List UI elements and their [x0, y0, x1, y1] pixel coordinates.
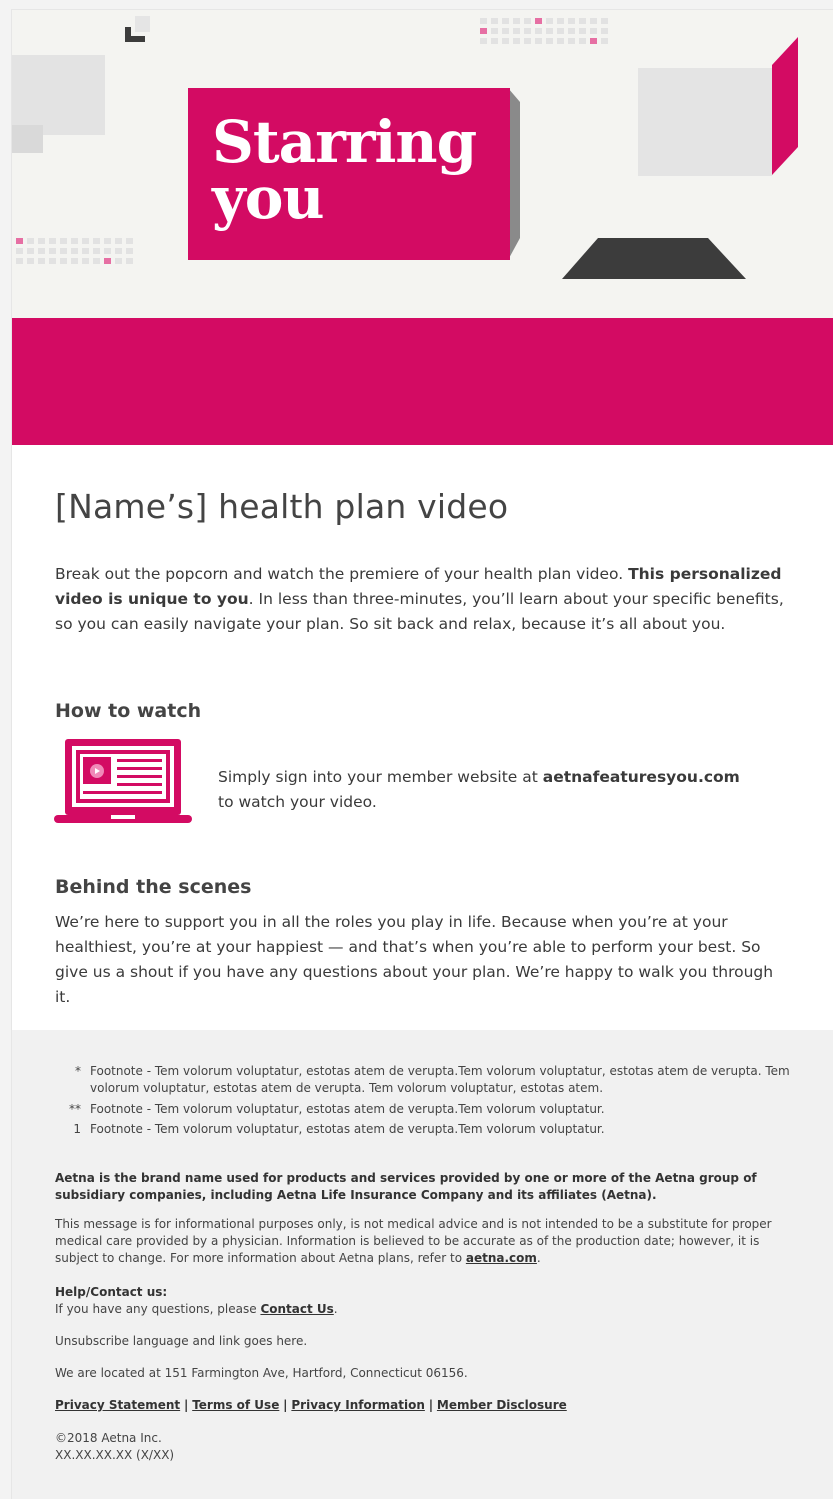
disclaimer: This message is for informational purpos… — [55, 1216, 795, 1267]
privacy-information-link[interactable]: Privacy Information — [291, 1398, 425, 1412]
footnote-mark: * — [75, 1064, 81, 1078]
link-separator: | — [428, 1398, 434, 1412]
unsubscribe-text: Unsubscribe language and link goes here. — [55, 1334, 308, 1348]
brand-statement: Aetna is the brand name used for product… — [55, 1170, 795, 1204]
terms-of-use-link[interactable]: Terms of Use — [192, 1398, 279, 1412]
footnote-text: Footnote - Tem volorum voluptatur, estot… — [90, 1102, 605, 1116]
footnote-mark: 1 — [73, 1122, 81, 1136]
help-text-2: . — [333, 1302, 338, 1316]
aetna-link[interactable]: aetna.com — [466, 1251, 537, 1265]
title-card-side-shape — [508, 88, 520, 260]
footer: * Footnote - Tem volorum voluptatur, est… — [12, 1030, 833, 1499]
pink-banner-band — [12, 318, 833, 445]
email-frame: Starring you [Name’s] health plan video … — [12, 10, 833, 1499]
help-heading: Help/Contact us: — [55, 1284, 795, 1301]
disclaimer-text-2: . — [536, 1251, 541, 1265]
dot-grid-top — [480, 18, 608, 44]
pink-parallelogram-shape — [772, 37, 798, 175]
website-link[interactable]: aetnafeaturesyou.com — [543, 768, 740, 786]
job-code-text: XX.XX.XX.XX (X/XX) — [55, 1448, 175, 1462]
how-text-2: to watch your video. — [218, 793, 377, 811]
how-to-watch-heading: How to watch — [55, 700, 202, 722]
gray-square-shape — [12, 55, 105, 135]
laptop-video-icon — [54, 739, 192, 823]
gray-square-shape-small — [12, 125, 43, 153]
behind-the-scenes-heading: Behind the scenes — [55, 876, 252, 898]
help-text: If you have any questions, please Contac… — [55, 1301, 795, 1318]
corner-bracket-shape-base — [125, 36, 145, 42]
help-heading-text: Help/Contact us: — [55, 1285, 168, 1299]
main-content: [Name’s] health plan video Break out the… — [12, 445, 833, 1030]
footnote-item: 1 Footnote - Tem volorum voluptatur, est… — [55, 1121, 795, 1138]
help-text-1: If you have any questions, please — [55, 1302, 261, 1316]
link-separator: | — [183, 1398, 189, 1412]
contact-us-link[interactable]: Contact Us — [260, 1302, 333, 1316]
footer-links: Privacy Statement | Terms of Use | Priva… — [55, 1397, 795, 1414]
dot-grid-left — [16, 238, 133, 264]
footnote-text: Footnote - Tem volorum voluptatur, estot… — [90, 1064, 790, 1095]
copyright-text: ©2018 Aetna Inc. — [55, 1431, 162, 1445]
how-text-1: Simply sign into your member website at — [218, 768, 543, 786]
footnote-text: Footnote - Tem volorum voluptatur, estot… — [90, 1122, 605, 1136]
link-separator: | — [283, 1398, 288, 1412]
how-to-watch-text: Simply sign into your member website at … — [218, 765, 758, 815]
intro-paragraph: Break out the popcorn and watch the prem… — [55, 562, 785, 637]
footnote-item: * Footnote - Tem volorum voluptatur, est… — [55, 1063, 795, 1097]
address-text: We are located at 151 Farmington Ave, Ha… — [55, 1366, 468, 1380]
gray-panel-shape — [638, 68, 772, 176]
privacy-statement-link[interactable]: Privacy Statement — [55, 1398, 180, 1412]
hero-title-line1: Starring — [212, 108, 477, 176]
hero-banner: Starring you — [12, 10, 833, 318]
page-title: [Name’s] health plan video — [55, 487, 509, 526]
brand-statement-text: Aetna is the brand name used for product… — [55, 1171, 757, 1202]
dark-trapezoid-shape — [562, 238, 746, 279]
behind-the-scenes-paragraph: We’re here to support you in all the rol… — [55, 913, 774, 1006]
footnote-item: ** Footnote - Tem volorum voluptatur, es… — [55, 1101, 795, 1118]
small-square-shape — [135, 16, 150, 32]
intro-text-1: Break out the popcorn and watch the prem… — [55, 565, 629, 583]
footnote-mark: ** — [69, 1102, 81, 1116]
disclaimer-text-1: This message is for informational purpos… — [55, 1217, 772, 1265]
hero-title-card: Starring you — [188, 88, 510, 260]
hero-title-line2: you — [212, 164, 325, 232]
member-disclosure-link[interactable]: Member Disclosure — [437, 1398, 567, 1412]
